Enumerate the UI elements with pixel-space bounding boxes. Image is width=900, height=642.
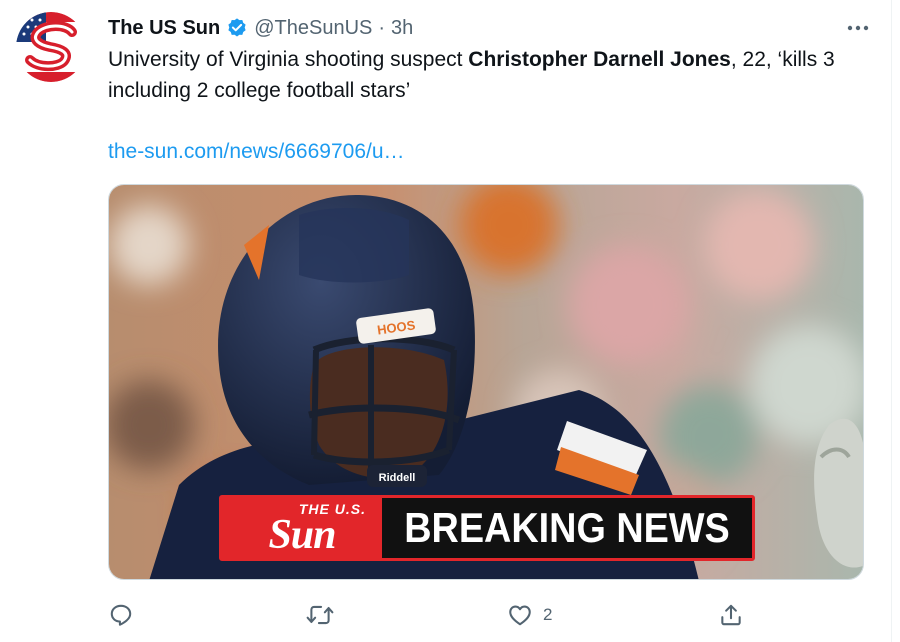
reply-button[interactable] <box>108 600 134 630</box>
retweet-button[interactable] <box>306 600 334 630</box>
tweet-actions: 2 <box>108 600 748 630</box>
avatar[interactable] <box>16 12 86 82</box>
tweet-media-image[interactable]: HOOS Riddell THE U.S. Sun BREAKING NEWS <box>108 184 864 580</box>
like-button[interactable]: 2 <box>507 600 552 630</box>
the-sun-logo: THE U.S. Sun <box>222 498 382 558</box>
us-sun-logo-icon <box>16 12 86 82</box>
banner-logo-big-text: Sun <box>268 512 336 558</box>
tweet-text-bold-name: Christopher Darnell Jones <box>468 48 731 71</box>
share-button[interactable] <box>718 600 744 630</box>
user-handle[interactable]: @TheSunUS <box>254 14 372 42</box>
tweet-header: The US Sun @TheSunUS · 3h <box>108 14 413 42</box>
separator-dot: · <box>378 17 386 39</box>
timeline-divider <box>891 0 892 642</box>
display-name[interactable]: The US Sun <box>108 14 220 42</box>
share-icon <box>721 604 741 626</box>
tweet-text: University of Virginia shooting suspect … <box>108 44 848 106</box>
like-count: 2 <box>543 605 553 624</box>
breaking-news-banner: THE U.S. Sun BREAKING NEWS <box>219 495 755 561</box>
reply-icon <box>110 604 132 626</box>
timestamp[interactable]: 3h <box>391 14 413 42</box>
tweet-text-start: University of Virginia shooting suspect <box>108 48 469 71</box>
more-options-button[interactable] <box>844 14 872 42</box>
heart-icon <box>509 605 531 626</box>
verified-badge-icon <box>226 17 248 39</box>
more-icon <box>847 25 869 31</box>
banner-headline: BREAKING NEWS <box>404 504 730 551</box>
chinstrap-text: Riddell <box>379 472 416 484</box>
tweet-link[interactable]: the-sun.com/news/6669706/u… <box>108 136 405 167</box>
retweet-icon <box>306 605 334 625</box>
